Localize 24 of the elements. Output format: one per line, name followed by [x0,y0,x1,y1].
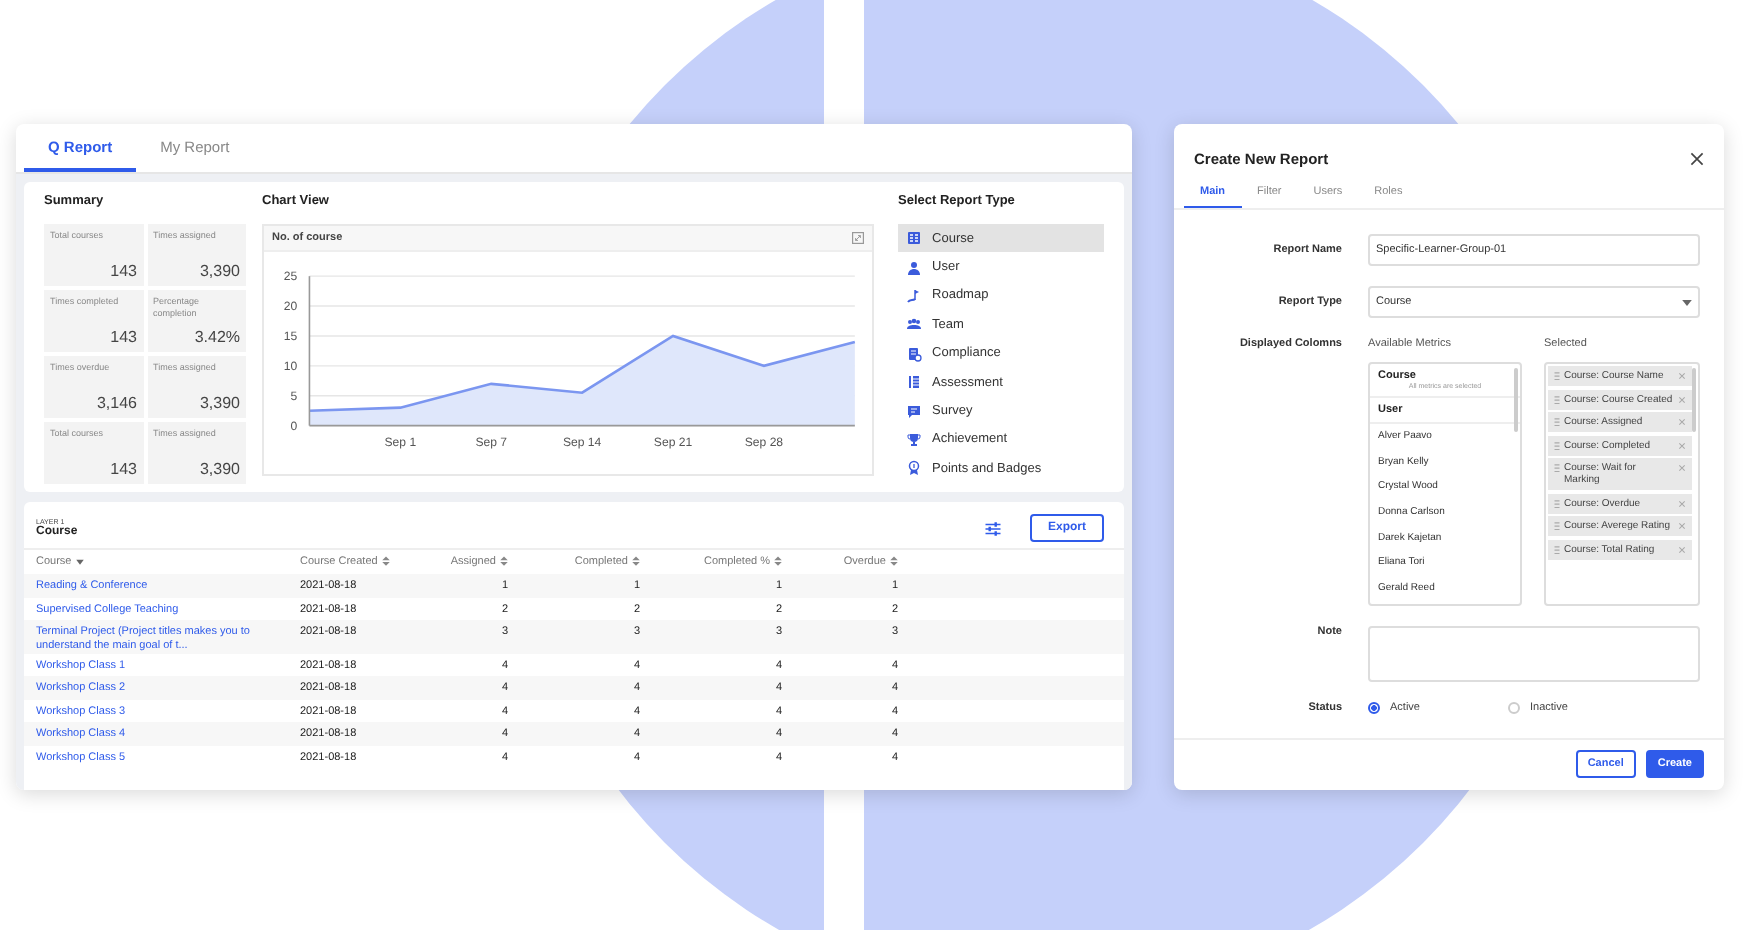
remove-icon[interactable] [1678,441,1686,449]
scrollbar [1514,368,1518,432]
caret-icon [1682,299,1692,305]
radio-button[interactable] [1368,702,1380,714]
remove-icon[interactable] [1678,395,1686,403]
document-icon [906,345,923,362]
chat-icon [906,403,923,420]
note-field[interactable] [1368,626,1700,682]
flag-icon [906,287,923,304]
person-icon [906,259,923,276]
list-icon [906,374,923,391]
remove-icon[interactable] [1678,418,1686,426]
close-icon[interactable] [1690,151,1704,165]
trophy-icon [906,431,923,448]
remove-icon[interactable] [1678,499,1686,507]
remove-icon[interactable] [1678,372,1686,380]
remove-icon[interactable] [1678,522,1686,530]
remove-icon[interactable] [1678,464,1686,472]
medal-icon [906,460,923,477]
remove-icon[interactable] [1678,545,1686,553]
sliders-icon[interactable] [983,519,1002,537]
expand-icon[interactable] [852,232,865,244]
grid-icon [906,230,923,247]
people-icon [906,316,923,333]
